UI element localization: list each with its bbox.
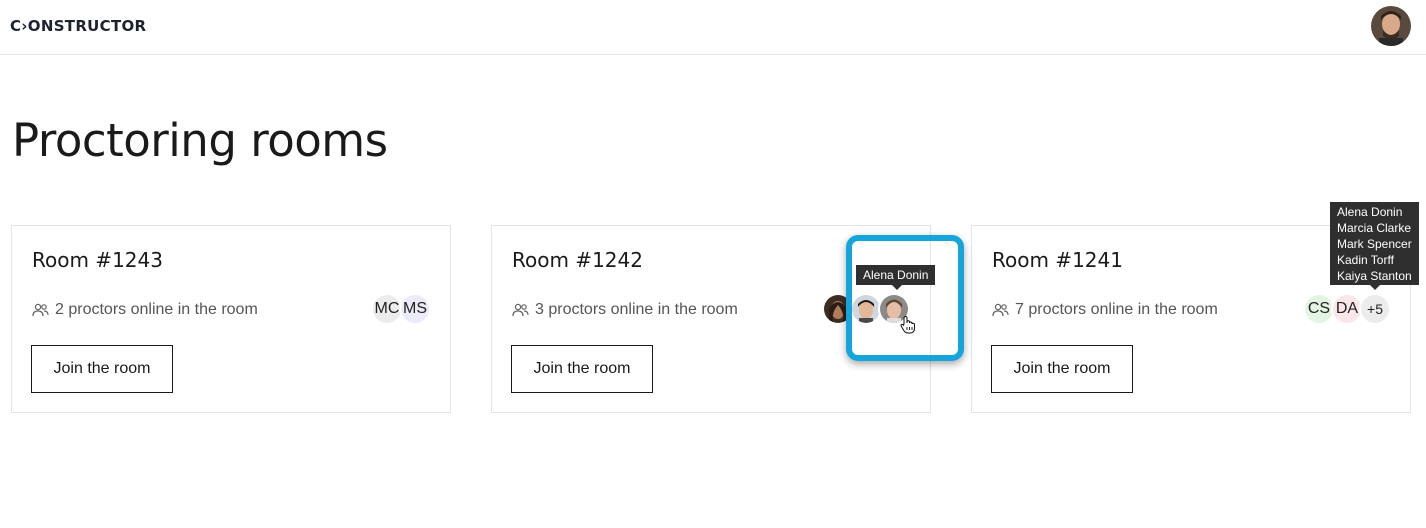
room-card: Room #1242 3 proctors online in the room…: [491, 225, 931, 413]
proctors-count-text: 7 proctors online in the room: [1015, 301, 1218, 318]
page-title: Proctoring rooms: [12, 114, 388, 167]
proctors-info: 2 proctors online in the room: [32, 301, 258, 319]
proctors-count-text: 3 proctors online in the room: [535, 301, 738, 318]
people-icon: [992, 303, 1009, 317]
user-avatar[interactable]: [1371, 6, 1411, 46]
proctors-info: 7 proctors online in the room: [992, 301, 1218, 319]
room-title: Room #1243: [32, 248, 163, 272]
join-room-button[interactable]: Join the room: [31, 345, 173, 393]
tooltip-name: Kaiya Stanton: [1337, 269, 1412, 283]
tooltip-name: Alena Donin: [1337, 205, 1403, 219]
proctors-info: 3 proctors online in the room: [512, 301, 738, 319]
proctors-list-tooltip: Alena Donin Marcia Clarke Mark Spencer K…: [1330, 202, 1419, 290]
people-icon: [32, 303, 49, 317]
proctor-avatars: [822, 293, 910, 325]
room-title: Room #1241: [992, 248, 1123, 272]
hand-cursor-icon: [900, 316, 915, 334]
room-title: Room #1242: [512, 248, 643, 272]
top-bar: C›ONSTRUCTOR: [0, 0, 1426, 55]
proctor-avatars: CS DA +5: [1303, 293, 1391, 325]
join-room-button[interactable]: Join the room: [991, 345, 1133, 393]
tooltip-name: Kadin Torff: [1337, 253, 1394, 267]
tooltip-name: Mark Spencer: [1337, 237, 1412, 251]
proctors-count-text: 2 proctors online in the room: [55, 301, 258, 318]
tooltip-name: Marcia Clarke: [1337, 221, 1412, 235]
more-proctors-badge[interactable]: +5: [1359, 293, 1391, 325]
proctor-avatars: MC MS: [371, 293, 431, 325]
proctor-avatar[interactable]: MS: [399, 293, 431, 325]
people-icon: [512, 303, 529, 317]
room-card: Room #1243 2 proctors online in the room…: [11, 225, 451, 413]
proctor-name-tooltip: Alena Donin: [856, 265, 936, 290]
join-room-button[interactable]: Join the room: [511, 345, 653, 393]
constructor-logo[interactable]: C›ONSTRUCTOR: [10, 17, 146, 35]
